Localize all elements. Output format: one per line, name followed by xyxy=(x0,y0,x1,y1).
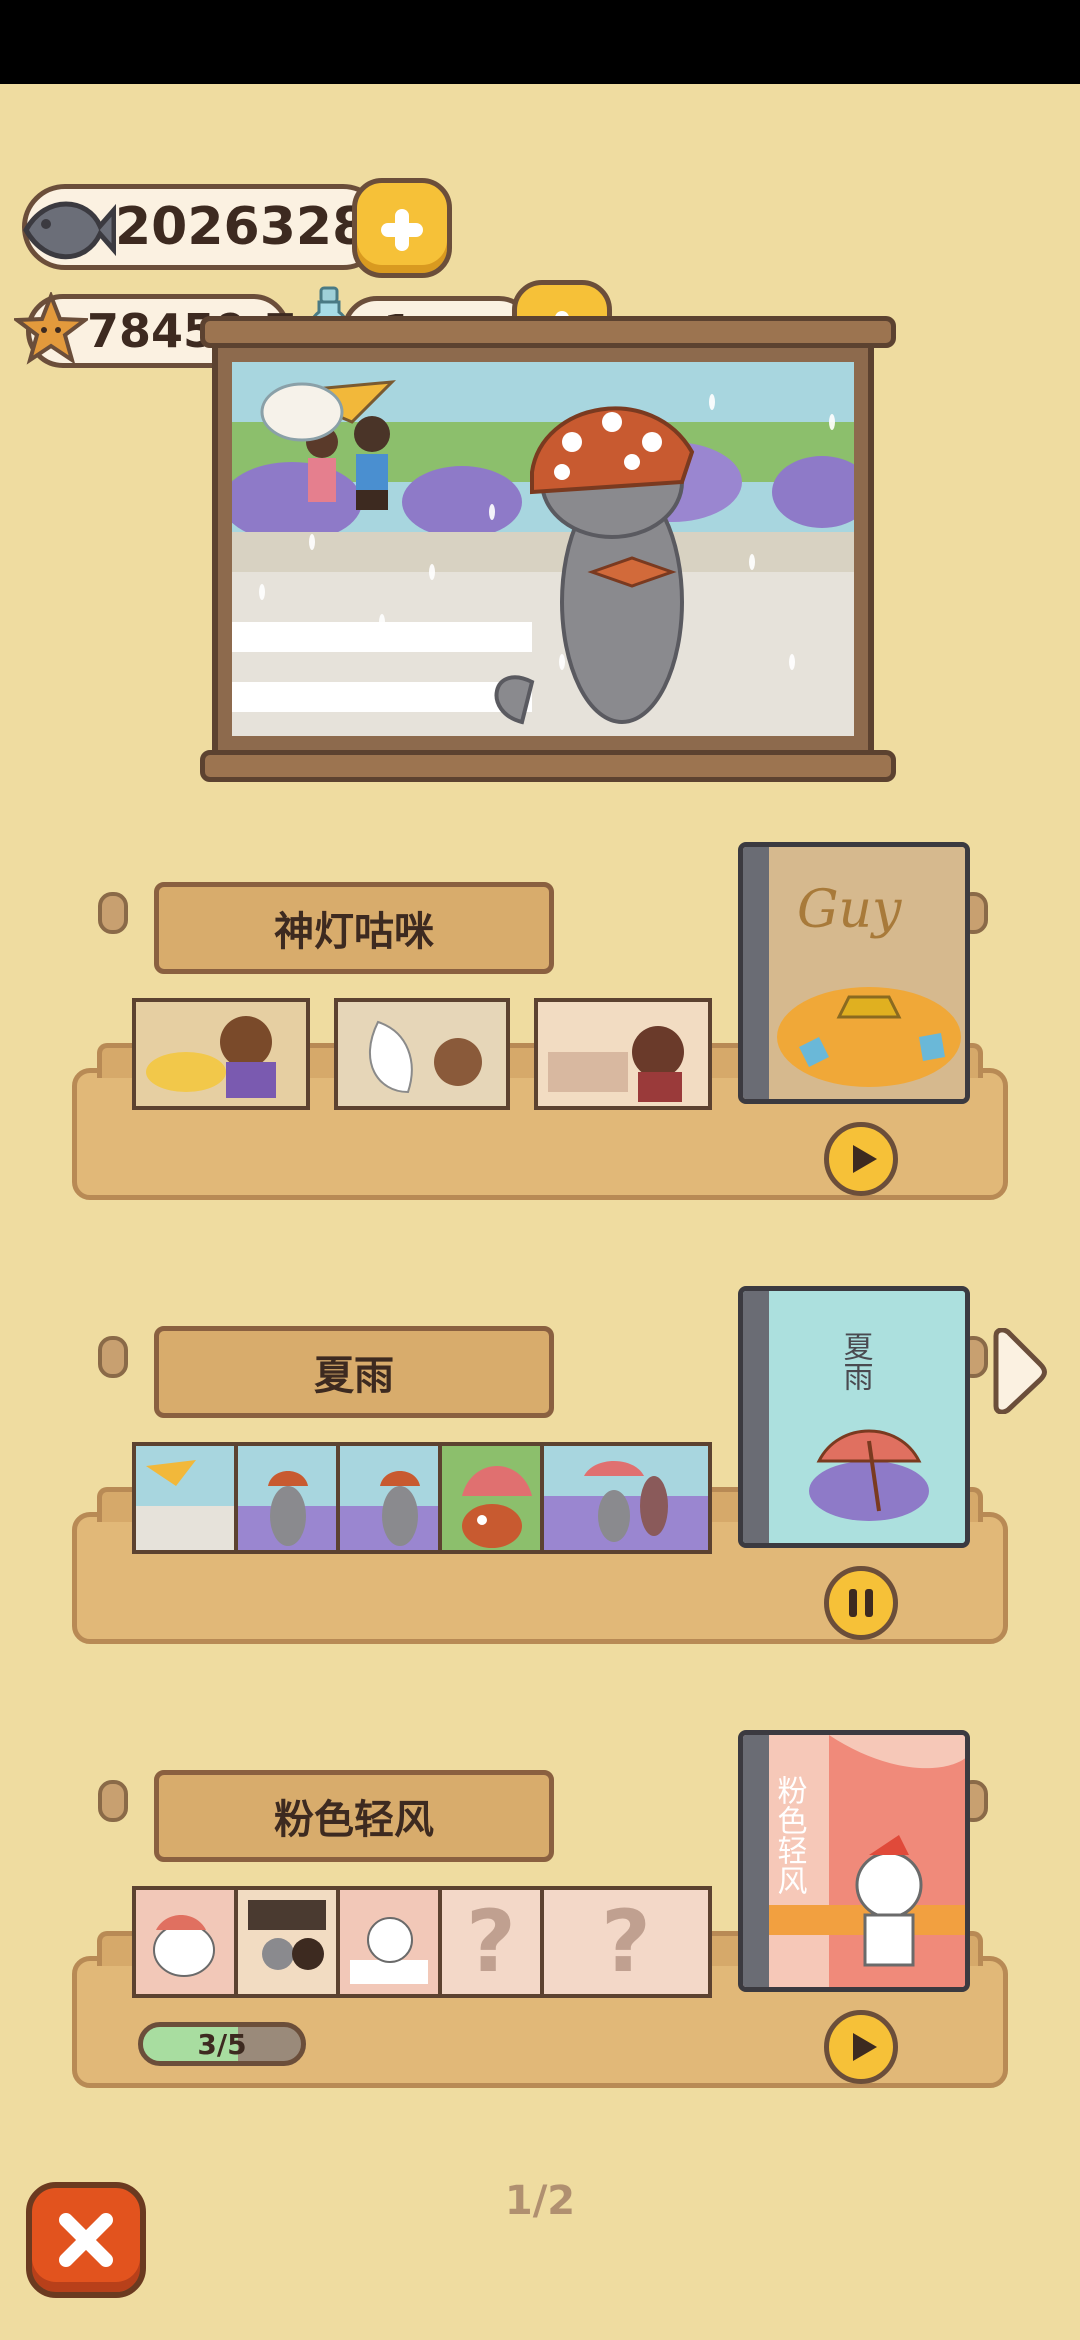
album-play-button[interactable] xyxy=(824,1122,898,1196)
page-indicator: 1/2 xyxy=(504,2178,576,2224)
shelf-peg-left xyxy=(98,1336,128,1378)
next-page-arrow-icon[interactable] xyxy=(988,1328,1048,1414)
frame-rod-bottom xyxy=(200,750,896,782)
album-thumbnail[interactable] xyxy=(534,998,712,1110)
shelf-peg-left xyxy=(98,892,128,934)
fish-currency-value: 2026328 xyxy=(115,197,369,257)
album-title: 神灯咕咪 xyxy=(274,909,434,955)
album-thumbnail[interactable] xyxy=(336,1442,442,1554)
album-title-banner: 夏雨 xyxy=(154,1326,554,1418)
album-thumbnail[interactable] xyxy=(438,1442,544,1554)
album-progress-bar: 3/5 xyxy=(138,2022,306,2066)
album-cover-title: 粉色轻风 xyxy=(772,1775,808,1895)
album-thumbnail[interactable] xyxy=(132,998,310,1110)
album-cover-title: 夏雨 xyxy=(838,1331,873,1391)
album-thumbnail-locked[interactable]: ? xyxy=(540,1886,712,1998)
album-thumbnail-locked[interactable]: ? xyxy=(438,1886,544,1998)
album-title: 粉色轻风 xyxy=(274,1797,434,1843)
locked-question-mark: ? xyxy=(601,1892,651,1992)
album-title-banner: 神灯咕咪 xyxy=(154,882,554,974)
play-icon xyxy=(853,2033,877,2061)
summer-rain-scene xyxy=(232,362,854,736)
album-pause-button[interactable] xyxy=(824,1566,898,1640)
album-cover[interactable]: 夏雨 xyxy=(738,1286,970,1548)
star-icon xyxy=(14,292,88,365)
play-icon xyxy=(853,1145,877,1173)
album-cover-title: Guy xyxy=(797,880,902,940)
featured-picture-frame xyxy=(200,316,896,782)
locked-question-mark: ? xyxy=(466,1892,516,1992)
album-thumbnail[interactable] xyxy=(132,1886,238,1998)
frame-rod-top xyxy=(200,316,896,348)
album-title-banner: 粉色轻风 xyxy=(154,1770,554,1862)
fish-icon xyxy=(23,201,116,260)
album-thumbnail[interactable] xyxy=(234,1442,340,1554)
album-thumbnail[interactable] xyxy=(132,1442,238,1554)
album-thumbnail[interactable] xyxy=(540,1442,712,1554)
album-thumbnail[interactable] xyxy=(334,998,510,1110)
album-title: 夏雨 xyxy=(314,1353,394,1399)
album-cover[interactable]: 粉色轻风 xyxy=(738,1730,970,1992)
close-button[interactable] xyxy=(26,2182,146,2298)
close-icon xyxy=(59,2213,113,2267)
album-thumbnail[interactable] xyxy=(234,1886,340,1998)
album-cover[interactable]: Guy xyxy=(738,842,970,1104)
album-progress-label: 3/5 xyxy=(197,2027,247,2061)
album-thumbnail[interactable] xyxy=(336,1886,442,1998)
add-fish-button[interactable] xyxy=(352,178,452,278)
shelf-peg-left xyxy=(98,1780,128,1822)
status-bar xyxy=(0,0,1080,84)
pause-icon xyxy=(849,1589,873,1617)
album-play-button[interactable] xyxy=(824,2010,898,2084)
